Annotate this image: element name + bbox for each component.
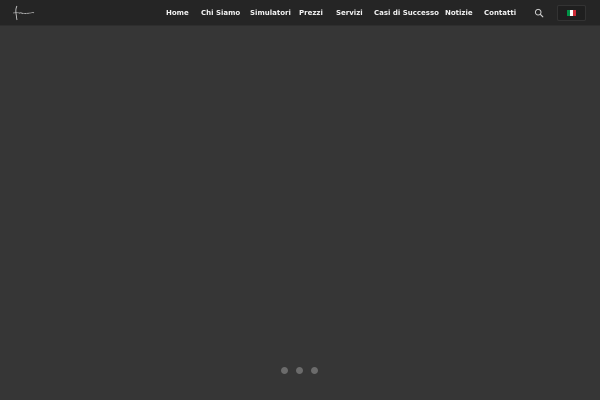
nav-contatti[interactable]: Contatti	[484, 8, 516, 18]
slider-dot-3[interactable]	[311, 367, 318, 374]
nav-prezzi[interactable]: Prezzi	[299, 8, 323, 18]
main-nav: Home Chi Siamo Simulatori Prezzi Servizi…	[0, 0, 600, 26]
slider-pagination	[281, 367, 321, 375]
flag-stripe-red	[573, 10, 576, 16]
nav-notizie[interactable]: Notizie	[445, 8, 473, 18]
slider-dot-1[interactable]	[281, 367, 288, 374]
search-button[interactable]	[534, 8, 544, 18]
language-selector[interactable]	[557, 5, 586, 21]
nav-simulatori[interactable]: Simulatori	[250, 8, 291, 18]
slider-dot-2[interactable]	[296, 367, 303, 374]
search-icon	[534, 8, 544, 18]
nav-servizi[interactable]: Servizi	[336, 8, 363, 18]
nav-home[interactable]: Home	[166, 8, 189, 18]
hero-slider	[0, 26, 600, 400]
site-header: Home Chi Siamo Simulatori Prezzi Servizi…	[0, 0, 600, 26]
nav-chi-siamo[interactable]: Chi Siamo	[201, 8, 240, 18]
nav-casi-di-successo[interactable]: Casi di Successo	[374, 8, 439, 18]
italian-flag-icon	[567, 10, 576, 16]
